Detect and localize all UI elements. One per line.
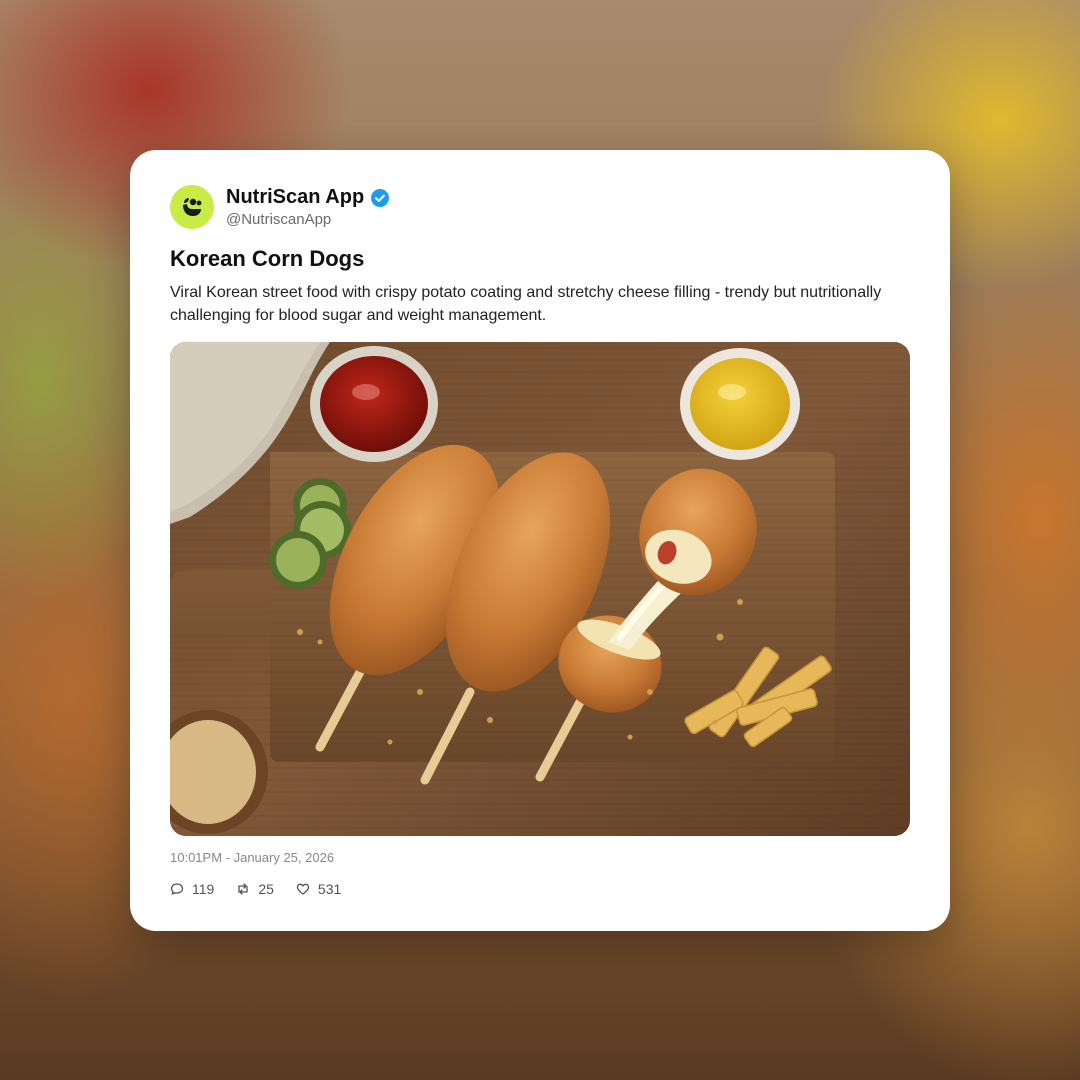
author-avatar[interactable] bbox=[170, 185, 214, 229]
author-name-row: NutriScan App bbox=[226, 186, 390, 209]
verified-badge-icon bbox=[371, 188, 390, 207]
repost-icon bbox=[238, 883, 248, 895]
nutriscan-logo-icon bbox=[183, 198, 202, 216]
author-name[interactable]: NutriScan App bbox=[226, 186, 364, 209]
post-description: Viral Korean street food with crispy pot… bbox=[170, 284, 882, 324]
post-timestamp: 10:01PM - January 25, 2026 bbox=[170, 850, 335, 865]
repost-button[interactable]: 25 bbox=[236, 881, 274, 897]
author-handle[interactable]: @NutriscanApp bbox=[226, 211, 331, 228]
reply-button[interactable]: 119 bbox=[170, 881, 214, 897]
post-title: Korean Corn Dogs bbox=[170, 246, 365, 271]
repost-count: 25 bbox=[258, 881, 274, 897]
heart-icon bbox=[296, 883, 310, 895]
reply-count: 119 bbox=[192, 881, 215, 897]
post-card: NutriScan App @NutriscanApp Korean Corn … bbox=[130, 150, 950, 931]
like-count: 531 bbox=[317, 881, 342, 897]
post-image[interactable] bbox=[170, 342, 910, 836]
engagement-stats: 119 25 531 bbox=[170, 881, 341, 897]
like-button[interactable]: 531 bbox=[296, 881, 341, 897]
comment-icon bbox=[170, 883, 184, 895]
